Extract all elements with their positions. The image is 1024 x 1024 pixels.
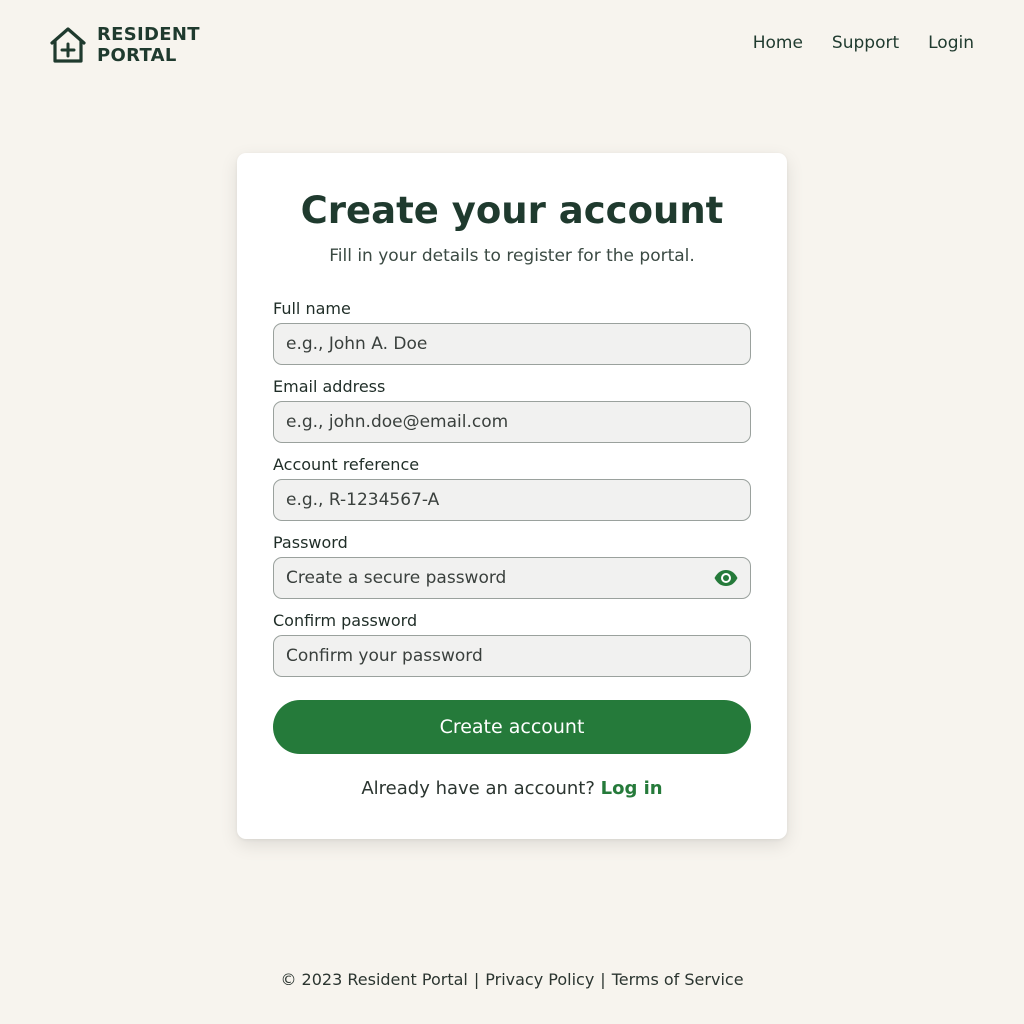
email-label: Email address bbox=[273, 377, 386, 396]
account-reference-input[interactable] bbox=[273, 479, 751, 521]
eye-icon bbox=[714, 570, 738, 586]
nav-login-link[interactable]: Login bbox=[928, 33, 974, 53]
brand-line-1: RESIDENT bbox=[97, 24, 200, 45]
create-account-button[interactable]: Create account bbox=[273, 700, 751, 754]
account-reference-field bbox=[273, 479, 751, 521]
nav-home-link[interactable]: Home bbox=[753, 33, 803, 53]
login-prompt-text: Already have an account? bbox=[361, 778, 595, 799]
brand-name: RESIDENT PORTAL bbox=[97, 24, 200, 66]
login-link[interactable]: Log in bbox=[601, 778, 663, 799]
terms-of-service-link[interactable]: Terms of Service bbox=[612, 970, 744, 989]
nav-support-link[interactable]: Support bbox=[832, 33, 899, 53]
confirm-password-label: Confirm password bbox=[273, 611, 418, 630]
main-nav: Home Support Login bbox=[753, 33, 974, 53]
account-reference-label: Account reference bbox=[273, 455, 420, 474]
password-field bbox=[273, 557, 751, 599]
show-password-toggle[interactable] bbox=[713, 567, 739, 589]
footer-separator: | bbox=[600, 970, 606, 989]
email-input[interactable] bbox=[273, 401, 751, 443]
password-input[interactable] bbox=[273, 557, 751, 599]
confirm-password-input[interactable] bbox=[273, 635, 751, 677]
page: RESIDENT PORTAL Home Support Login Creat… bbox=[0, 0, 1024, 1024]
login-prompt: Already have an account? Log in bbox=[237, 778, 787, 799]
copyright-text: © 2023 Resident Portal bbox=[280, 970, 468, 989]
house-plus-icon bbox=[50, 27, 86, 63]
password-label: Password bbox=[273, 533, 348, 552]
brand-logo[interactable]: RESIDENT PORTAL bbox=[49, 24, 200, 66]
page-title: Create your account bbox=[300, 189, 724, 232]
page-subtitle: Fill in your details to register for the… bbox=[329, 246, 695, 266]
full-name-input[interactable] bbox=[273, 323, 751, 365]
site-header: RESIDENT PORTAL Home Support Login bbox=[0, 0, 1024, 90]
brand-line-2: PORTAL bbox=[97, 45, 177, 66]
full-name-field bbox=[273, 323, 751, 365]
site-footer: © 2023 Resident Portal | Privacy Policy | Te… bbox=[0, 970, 1024, 989]
privacy-policy-link[interactable]: Privacy Policy bbox=[485, 970, 594, 989]
footer-separator: | bbox=[473, 970, 480, 989]
email-field bbox=[273, 401, 751, 443]
full-name-label: Full name bbox=[273, 299, 351, 318]
confirm-password-field bbox=[273, 635, 751, 677]
